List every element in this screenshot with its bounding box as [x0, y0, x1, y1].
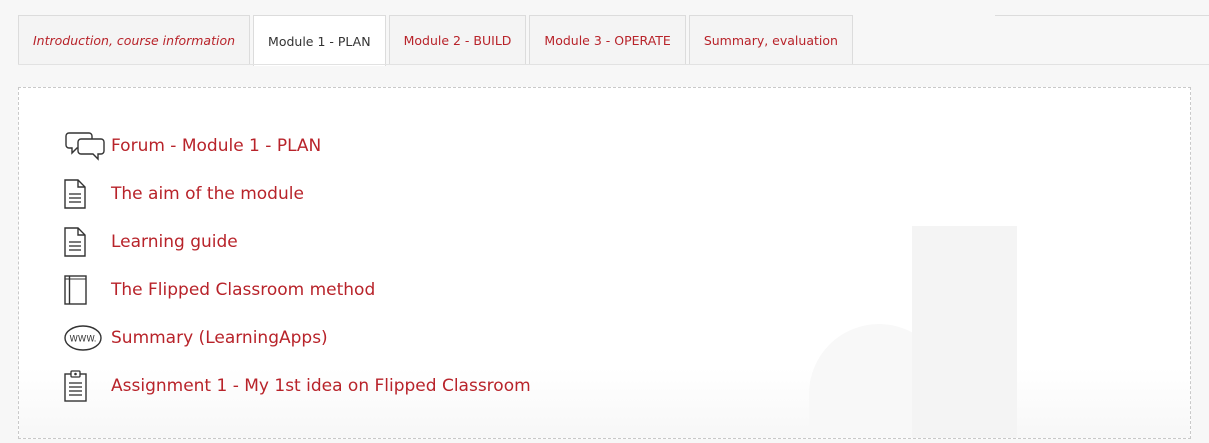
tab-module-3-operate[interactable]: Module 3 - OPERATE: [529, 15, 686, 64]
module-content-panel: Forum - Module 1 - PLAN The aim of the m…: [18, 87, 1191, 439]
activity-label[interactable]: Assignment 1 - My 1st idea on Flipped Cl…: [111, 376, 531, 396]
activity-label[interactable]: The Flipped Classroom method: [111, 280, 375, 300]
activity-url[interactable]: WWW. Summary (LearningApps): [63, 314, 531, 362]
page-icon: [63, 178, 111, 210]
page-icon: [63, 226, 111, 258]
course-page: Introduction, course information Module …: [0, 0, 1209, 443]
activity-label[interactable]: The aim of the module: [111, 184, 304, 204]
tab-introduction[interactable]: Introduction, course information: [18, 15, 251, 64]
activity-label[interactable]: Summary (LearningApps): [111, 328, 328, 348]
module-tabs: Introduction, course information Module …: [18, 15, 853, 66]
svg-text:WWW.: WWW.: [70, 335, 97, 345]
tab-strip-filler: [995, 15, 1209, 64]
activity-label[interactable]: Forum - Module 1 - PLAN: [111, 136, 321, 156]
book-icon: [63, 274, 111, 306]
activity-assignment[interactable]: Assignment 1 - My 1st idea on Flipped Cl…: [63, 362, 531, 410]
activity-forum[interactable]: Forum - Module 1 - PLAN: [63, 122, 531, 170]
tab-summary-evaluation[interactable]: Summary, evaluation: [688, 15, 853, 64]
assignment-icon: [63, 370, 111, 402]
activity-page[interactable]: The aim of the module: [63, 170, 531, 218]
url-icon: WWW.: [63, 322, 111, 354]
tab-module-2-build[interactable]: Module 2 - BUILD: [388, 15, 527, 64]
tab-divider: [18, 64, 1209, 65]
forum-icon: [63, 130, 111, 162]
activity-label[interactable]: Learning guide: [111, 232, 238, 252]
activity-list: Forum - Module 1 - PLAN The aim of the m…: [63, 122, 531, 410]
background-watermark-tower: [912, 226, 1017, 438]
activity-book[interactable]: The Flipped Classroom method: [63, 266, 531, 314]
activity-page[interactable]: Learning guide: [63, 218, 531, 266]
tab-module-1-plan[interactable]: Module 1 - PLAN: [253, 15, 386, 66]
